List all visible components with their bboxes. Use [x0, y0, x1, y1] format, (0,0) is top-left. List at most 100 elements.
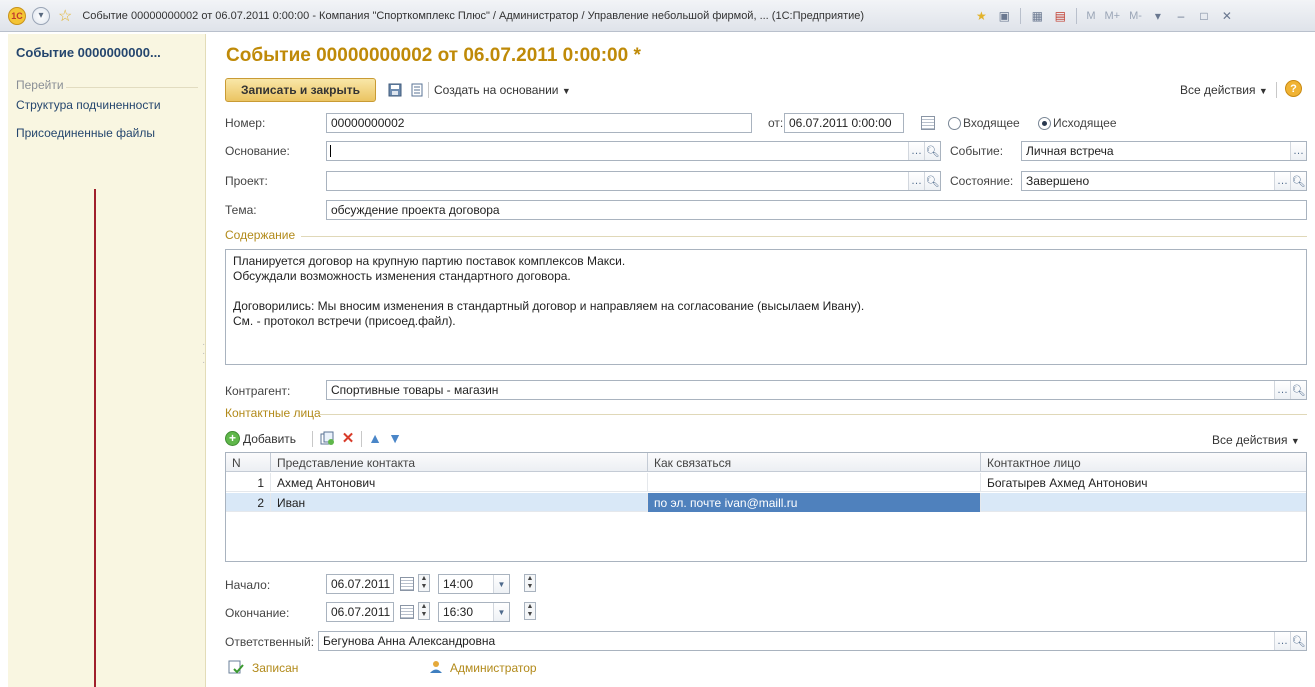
radio-outgoing-label: Исходящее [1053, 116, 1117, 130]
select-button[interactable]: … [1274, 172, 1290, 190]
table-row[interactable]: 2 Иван по эл. почте ivan@maill.ru [226, 493, 1306, 512]
select-button[interactable]: … [1274, 381, 1290, 399]
counterparty-field[interactable]: Спортивные товары - магазин … 🔍︎ [326, 380, 1307, 400]
search-icon[interactable]: 🔍︎ [1290, 632, 1306, 650]
table-row[interactable]: 1 Ахмед Антонович Богатырев Ахмед Антоно… [226, 473, 1306, 492]
save-icon[interactable] [387, 82, 403, 98]
column-header-n[interactable]: N [226, 453, 271, 472]
status-text: Записан [252, 661, 299, 675]
chevron-down-icon[interactable]: ▼ [493, 603, 509, 621]
end-date-spinner[interactable]: ▲ ▼ [418, 602, 430, 620]
end-date-field[interactable]: 06.07.2011 [326, 602, 394, 622]
end-label: Окончание: [225, 606, 290, 620]
counterparty-value: Спортивные товары - магазин [331, 383, 499, 397]
create-based-on-menu[interactable]: Создать на основании ▼ [434, 83, 571, 97]
move-up-icon[interactable]: ▲ [367, 430, 383, 446]
start-date-field[interactable]: 06.07.2011 [326, 574, 394, 594]
select-button[interactable]: … [1290, 142, 1306, 160]
event-value: Личная встреча [1026, 144, 1114, 158]
number-field[interactable]: 00000000002 [326, 113, 752, 133]
toolbar-separator [428, 82, 429, 98]
history-icon[interactable]: ▣ [997, 9, 1011, 23]
state-value: Завершено [1026, 174, 1090, 188]
app-logo-icon[interactable]: 1С [8, 6, 26, 25]
help-icon[interactable]: ? [1285, 80, 1302, 97]
radio-incoming-label: Входящее [963, 116, 1020, 130]
save-and-close-button[interactable]: Записать и закрыть [225, 78, 376, 102]
cell-how[interactable]: по эл. почте ivan@maill.ru [648, 493, 981, 512]
sidebar-section-divider [66, 87, 198, 88]
search-icon[interactable]: 🔍︎ [1290, 172, 1306, 190]
column-header-contact[interactable]: Представление контакта [271, 453, 648, 472]
start-date-spinner[interactable]: ▲ ▼ [418, 574, 430, 592]
move-down-icon[interactable]: ▼ [387, 430, 403, 446]
start-time-field[interactable]: 14:00 ▼ [438, 574, 510, 594]
contacts-all-actions-menu[interactable]: Все действия ▼ [1212, 433, 1300, 447]
copy-row-icon[interactable] [319, 430, 335, 446]
add-row-button[interactable]: Добавить [243, 432, 296, 446]
start-label: Начало: [225, 578, 271, 592]
number-label: Номер: [225, 116, 266, 130]
main-menu-icon[interactable]: ▾ [32, 6, 50, 25]
contacts-table: N Представление контакта Как связаться К… [225, 452, 1307, 562]
contacts-group-title: Контактные лица [225, 406, 321, 420]
chevron-down-icon[interactable]: ▼ [493, 575, 509, 593]
annotation-line [94, 189, 96, 687]
topic-label: Тема: [225, 203, 257, 217]
end-time-spinner[interactable]: ▲ ▼ [524, 602, 536, 620]
document-list-icon[interactable] [409, 82, 425, 98]
responsible-field[interactable]: Бегунова Анна Александровна … 🔍︎ [318, 631, 1307, 651]
toolbar-separator [312, 431, 313, 447]
basis-field[interactable]: … 🔍︎ [326, 141, 941, 161]
select-button[interactable]: … [908, 142, 924, 160]
content-textarea[interactable]: Планируется договор на крупную партию по… [225, 249, 1307, 365]
counterparty-label: Контрагент: [225, 384, 291, 398]
end-time-field[interactable]: 16:30 ▼ [438, 602, 510, 622]
calculator-icon[interactable]: ▦ [1030, 9, 1044, 23]
responsible-label: Ответственный: [225, 635, 315, 649]
search-icon[interactable]: 🔍︎ [924, 142, 940, 160]
favorites-star-icon[interactable]: ☆ [58, 6, 72, 26]
maximize-icon[interactable]: □ [1197, 9, 1211, 23]
state-label: Состояние: [950, 174, 1014, 188]
all-actions-menu[interactable]: Все действия ▼ [1180, 83, 1268, 97]
sidebar-link-attached-files[interactable]: Присоединенные файлы [16, 126, 155, 140]
calendar-picker-icon[interactable] [400, 605, 414, 619]
document-form: Событие 00000000002 от 06.07.2011 0:00:0… [206, 34, 1315, 687]
minimize-icon[interactable]: – [1174, 9, 1188, 23]
calendar-picker-icon[interactable] [400, 577, 414, 591]
state-field[interactable]: Завершено … 🔍︎ [1021, 171, 1307, 191]
responsible-value: Бегунова Анна Александровна [323, 634, 496, 648]
close-icon[interactable]: ✕ [1220, 9, 1234, 23]
memory-button[interactable]: M [1086, 10, 1095, 22]
topic-field[interactable]: обсуждение проекта договора [326, 200, 1307, 220]
end-time-value: 16:30 [443, 605, 474, 619]
calendar-icon[interactable]: ▤ [1053, 9, 1067, 23]
favorites-add-icon[interactable]: ★ [974, 9, 988, 23]
sidebar-link-subordination[interactable]: Структура подчиненности [16, 98, 161, 112]
radio-outgoing[interactable] [1038, 117, 1051, 130]
memory-minus-button[interactable]: M- [1129, 10, 1142, 22]
page-title: Событие 00000000002 от 06.07.2011 0:00:0… [226, 45, 641, 66]
chevron-down-icon: ▼ [561, 86, 571, 96]
event-field[interactable]: Личная встреча … [1021, 141, 1307, 161]
content-line: См. - протокол встречи (присоед.файл). [233, 314, 456, 328]
project-field[interactable]: … 🔍︎ [326, 171, 941, 191]
select-button[interactable]: … [1274, 632, 1290, 650]
calendar-picker-icon[interactable] [921, 116, 935, 130]
radio-incoming[interactable] [948, 117, 961, 130]
cell-contact: Ахмед Антонович [271, 473, 648, 492]
memory-plus-button[interactable]: M+ [1105, 10, 1121, 22]
select-button[interactable]: … [908, 172, 924, 190]
panel-splitter[interactable]: · · · [202, 340, 205, 368]
date-field[interactable]: 06.07.2011 0:00:00 [784, 113, 904, 133]
chevron-down-icon[interactable]: ▾ [1151, 9, 1165, 23]
delete-row-icon[interactable]: ✕ [340, 430, 356, 447]
contacts-group-divider [318, 414, 1307, 415]
column-header-person[interactable]: Контактное лицо [981, 453, 1306, 472]
column-header-how[interactable]: Как связаться [648, 453, 981, 472]
start-time-spinner[interactable]: ▲ ▼ [524, 574, 536, 592]
search-icon[interactable]: 🔍︎ [924, 172, 940, 190]
search-icon[interactable]: 🔍︎ [1290, 381, 1306, 399]
cell-how [648, 473, 981, 492]
